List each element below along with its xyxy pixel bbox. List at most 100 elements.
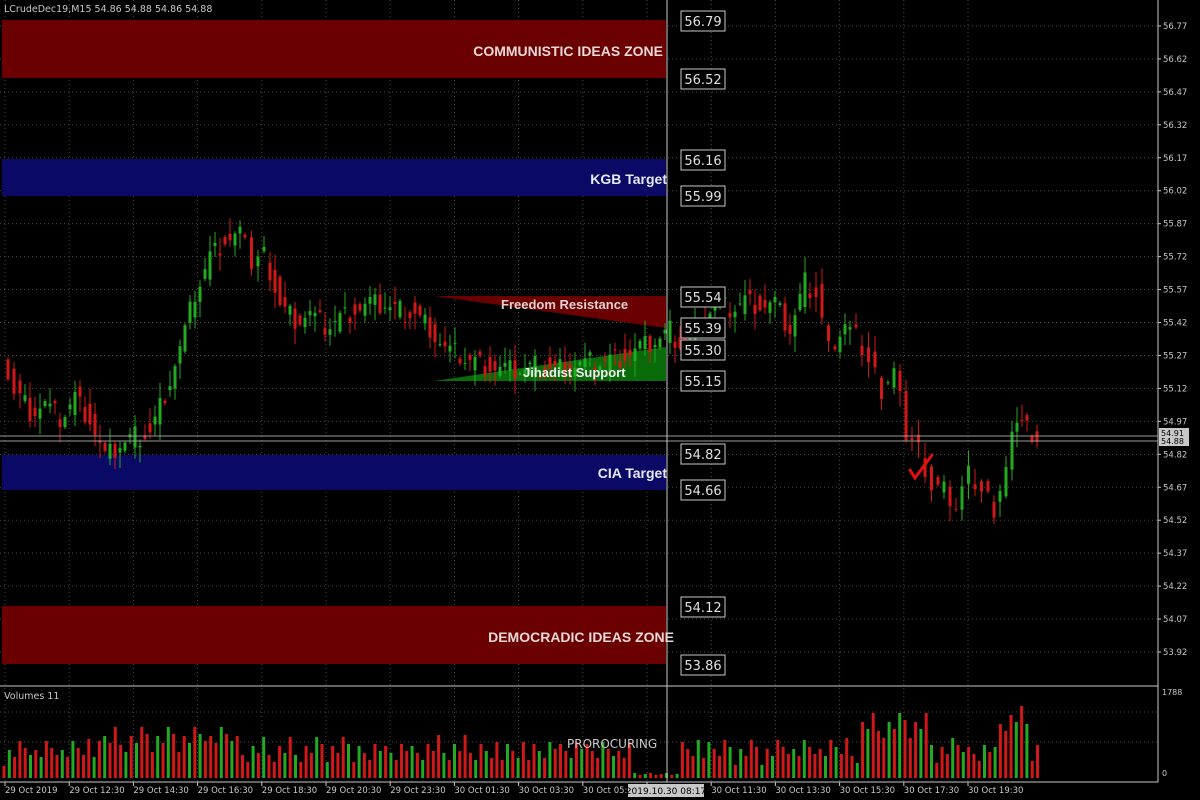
price-zones <box>2 20 666 664</box>
checkmark-icon <box>908 453 934 481</box>
candle-body <box>980 481 983 492</box>
candle-body <box>503 362 507 367</box>
crosshair-time-badge: 2019.10.30 08:17 <box>626 784 706 797</box>
price-axis-label: 54.67 <box>1163 483 1187 493</box>
candle-body <box>393 301 397 305</box>
candle-body <box>433 324 437 343</box>
candle-body <box>403 322 407 324</box>
candle-body <box>518 373 522 375</box>
candle-body <box>423 314 427 324</box>
candle-body <box>453 342 457 344</box>
time-axis-label: 30 Oct 13:30 <box>775 786 830 796</box>
candle-body <box>930 466 933 491</box>
candle-body <box>892 368 896 388</box>
price-axis-label: 55.12 <box>1163 384 1187 394</box>
candle-body <box>854 324 858 328</box>
candle-body <box>193 301 197 318</box>
price-box[interactable]: 56.79 <box>680 10 726 32</box>
price-axis-label: 56.32 <box>1163 121 1187 131</box>
candle-body <box>208 251 212 280</box>
candle-body <box>268 262 272 281</box>
price-box-label: 54.12 <box>684 601 721 616</box>
candle-body <box>313 312 317 317</box>
price-axis-label: 55.42 <box>1163 319 1187 329</box>
candle-body <box>936 477 940 485</box>
candle-body <box>942 481 946 493</box>
current-price-lines <box>0 435 1158 442</box>
candle-body <box>53 401 57 404</box>
price-axis[interactable]: 56.77 56.62 56.47 56.32 56.17 56.02 55.87 55.72… <box>1158 22 1187 658</box>
candle-body <box>353 304 357 315</box>
candle-body <box>733 311 737 318</box>
price-box[interactable]: 55.99 <box>680 185 726 207</box>
price-box[interactable]: 54.82 <box>680 443 726 465</box>
candle-body <box>808 293 812 298</box>
candle-body <box>88 403 92 425</box>
price-axis-label: 54.07 <box>1163 615 1187 625</box>
candle-body <box>233 233 237 246</box>
candle-body <box>288 305 292 315</box>
candle-body <box>73 391 77 416</box>
candle-body <box>833 346 837 350</box>
candle-body <box>398 301 402 318</box>
price-box[interactable]: 56.52 <box>680 68 726 90</box>
candle-body <box>363 303 367 316</box>
candle-body <box>498 366 502 376</box>
candle-body <box>68 404 72 410</box>
candle-body <box>38 408 42 419</box>
candle-body <box>383 307 387 309</box>
time-axis-label: 30 Oct 19:30 <box>968 786 1023 796</box>
price-box-label: 54.82 <box>684 448 721 463</box>
price-box[interactable]: 54.12 <box>680 596 726 618</box>
price-axis-label: 55.72 <box>1163 253 1187 263</box>
candle-body <box>118 448 122 453</box>
candle-body <box>238 226 242 234</box>
candle-body <box>643 336 647 349</box>
price-box[interactable]: 55.54 <box>680 286 726 308</box>
price-axis-label: 56.47 <box>1163 88 1187 98</box>
price-box[interactable]: 54.66 <box>680 479 726 501</box>
candle-body <box>768 302 772 313</box>
candle-body <box>986 481 990 492</box>
time-axis[interactable]: 29 Oct 2019 29 Oct 12:30 29 Oct 14:30 29 Oc… <box>4 782 1023 796</box>
candle-body <box>663 329 667 334</box>
candle-body <box>843 324 847 335</box>
symbol-info: LCrudeDec19,M15 54.86 54.88 54.86 54.88 <box>4 4 212 15</box>
candle-body <box>860 345 864 356</box>
price-box-label: 56.52 <box>684 73 721 88</box>
candle-body <box>478 351 482 356</box>
candle-body <box>28 397 32 421</box>
candle-body <box>898 370 902 392</box>
candle-body <box>1035 431 1039 443</box>
candle-body <box>6 359 10 380</box>
price-box-label: 55.15 <box>684 375 721 390</box>
candle-body <box>48 403 52 407</box>
candle-body <box>848 327 852 330</box>
price-axis-label: 54.37 <box>1163 549 1187 559</box>
zone-label-communistic: COMMUNISTIC IDEAS ZONE <box>473 43 663 59</box>
price-box[interactable]: 56.16 <box>680 149 726 171</box>
price-box[interactable]: 55.30 <box>680 339 726 361</box>
trading-chart[interactable]: LCrudeDec19,M15 54.86 54.88 54.86 54.88 … <box>0 0 1200 800</box>
price-box[interactable]: 55.15 <box>680 370 726 392</box>
candle-body <box>443 341 447 347</box>
candle-body <box>458 358 462 364</box>
price-box[interactable]: 53.86 <box>680 654 726 676</box>
candle-body <box>738 303 742 305</box>
time-axis-label: 29 Oct 18:30 <box>262 786 317 796</box>
candle-body <box>998 490 1002 502</box>
candle-body <box>493 361 497 371</box>
time-axis-label: 29 Oct 14:30 <box>133 786 188 796</box>
candle-body <box>798 293 802 310</box>
price-box[interactable]: 55.39 <box>680 317 726 339</box>
candle-body <box>508 360 512 371</box>
candle-body <box>954 508 958 510</box>
candle-body <box>153 416 157 425</box>
candle-body <box>973 484 977 490</box>
candle-body <box>827 325 830 341</box>
candle-body <box>528 362 532 365</box>
time-axis-label: 29 Oct 23:30 <box>390 786 445 796</box>
candle-body <box>783 303 787 331</box>
candle-body <box>820 283 824 318</box>
candle-body <box>463 362 467 364</box>
